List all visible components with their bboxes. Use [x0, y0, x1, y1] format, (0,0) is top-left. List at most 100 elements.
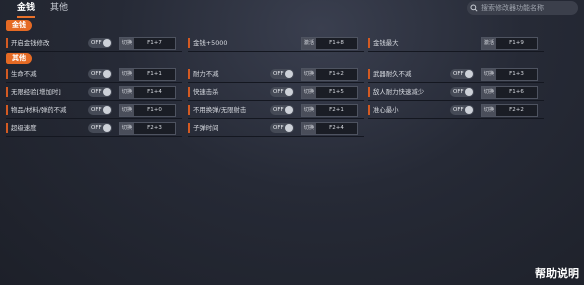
hotkey-key: F2+1	[329, 107, 344, 113]
cheat-item: 准心最小 OFF 切换 F2+2	[368, 103, 544, 119]
hotkey-mode: 切换	[120, 105, 134, 116]
toggle-knob	[103, 70, 111, 78]
cheat-item: 武器耐久不减 OFF 切换 F1+3	[368, 67, 544, 83]
cheat-label: 无限经验[增加时]	[11, 88, 61, 96]
hotkey-field[interactable]: 切换 F1+2	[301, 68, 358, 81]
toggle-state: OFF	[91, 107, 102, 113]
toggle-state: OFF	[453, 71, 464, 77]
cheat-label: 金钱最大	[373, 39, 399, 47]
cheat-label: 生命不减	[11, 70, 37, 78]
toggle-state: OFF	[273, 71, 284, 77]
toggle-knob	[465, 88, 473, 96]
hotkey-key: F1+8	[329, 40, 344, 46]
cheat-label: 准心最小	[373, 106, 399, 114]
toggle-knob	[285, 70, 293, 78]
cheat-toggle[interactable]: OFF	[450, 105, 474, 115]
cheat-toggle[interactable]: OFF	[450, 69, 474, 79]
hotkey-field[interactable]: 切换 F1+7	[119, 37, 176, 50]
section-title: 其他	[6, 53, 32, 64]
hotkey-key: F1+6	[509, 89, 524, 95]
search-box[interactable]	[467, 1, 578, 15]
hotkey-mode: 激活	[482, 38, 496, 49]
toggle-state: OFF	[91, 40, 102, 46]
toggle-knob	[103, 88, 111, 96]
toggle-state: OFF	[91, 71, 102, 77]
hotkey-mode: 激活	[302, 38, 316, 49]
cheat-label: 子弹时间	[193, 124, 219, 132]
cheat-toggle[interactable]: OFF	[88, 87, 112, 97]
hotkey-mode: 切换	[120, 38, 134, 49]
cheat-item: 不用换弹/无限射击 OFF 切换 F2+1	[188, 103, 364, 119]
cheat-toggle[interactable]: OFF	[270, 123, 294, 133]
hotkey-key: F1+0	[147, 107, 162, 113]
cheat-item: 子弹时间 OFF 切换 F2+4	[188, 121, 364, 137]
cheat-item: 耐力不减 OFF 切换 F1+2	[188, 67, 364, 83]
hotkey-mode: 切换	[482, 87, 496, 98]
cheat-item: 金钱+5000 激活 F1+8	[188, 36, 364, 52]
hotkey-field[interactable]: 切换 F1+0	[119, 104, 176, 117]
cheat-toggle[interactable]: OFF	[270, 87, 294, 97]
cheat-label: 敌人耐力快速减少	[373, 88, 425, 96]
cheat-toggle[interactable]: OFF	[88, 123, 112, 133]
toggle-state: OFF	[91, 125, 102, 131]
cheat-item: 金钱最大 激活 F1+9	[368, 36, 544, 52]
toggle-state: OFF	[453, 89, 464, 95]
cheat-label: 耐力不减	[193, 70, 219, 78]
hotkey-mode: 切换	[482, 105, 496, 116]
tab-other[interactable]: 其他	[50, 2, 68, 14]
hotkey-field[interactable]: 切换 F2+2	[481, 104, 538, 117]
cheat-item: 快速击杀 OFF 切换 F1+5	[188, 85, 364, 101]
hotkey-mode: 切换	[302, 123, 316, 134]
hotkey-key: F1+4	[147, 89, 162, 95]
hotkey-field[interactable]: 切换 F1+3	[481, 68, 538, 81]
cheat-label: 金钱+5000	[193, 39, 228, 47]
toggle-state: OFF	[453, 107, 464, 113]
hotkey-mode: 切换	[120, 87, 134, 98]
hotkey-field[interactable]: 切换 F1+6	[481, 86, 538, 99]
toggle-knob	[465, 106, 473, 114]
cheat-toggle[interactable]: OFF	[450, 87, 474, 97]
hotkey-key: F1+5	[329, 89, 344, 95]
cheat-label: 超级速度	[11, 124, 37, 132]
hotkey-field[interactable]: 切换 F1+4	[119, 86, 176, 99]
cheat-item: 生命不减 OFF 切换 F1+1	[6, 67, 182, 83]
cheat-toggle[interactable]: OFF	[270, 105, 294, 115]
cheat-toggle[interactable]: OFF	[88, 69, 112, 79]
hotkey-field[interactable]: 切换 F2+1	[301, 104, 358, 117]
toggle-state: OFF	[91, 89, 102, 95]
section-title: 金钱	[6, 20, 32, 31]
hotkey-key: F1+3	[509, 71, 524, 77]
hotkey-field[interactable]: 切换 F1+1	[119, 68, 176, 81]
hotkey-field[interactable]: 切换 F1+5	[301, 86, 358, 99]
hotkey-field[interactable]: 激活 F1+8	[301, 37, 358, 50]
cheat-item: 敌人耐力快速减少 OFF 切换 F1+6	[368, 85, 544, 101]
cheat-label: 物品/材料/弹药不减	[11, 106, 67, 114]
tab-money[interactable]: 金钱	[17, 2, 36, 18]
cheat-toggle[interactable]: OFF	[88, 105, 112, 115]
cheat-item: 超级速度 OFF 切换 F2+3	[6, 121, 182, 137]
cheat-label: 快速击杀	[193, 88, 219, 96]
search-input[interactable]	[481, 4, 573, 12]
toggle-state: OFF	[273, 107, 284, 113]
hotkey-field[interactable]: 切换 F2+4	[301, 122, 358, 135]
toggle-knob	[103, 106, 111, 114]
cheat-label: 开启金钱修改	[11, 39, 50, 47]
search-icon	[467, 1, 481, 15]
toggle-knob	[285, 88, 293, 96]
cheat-toggle[interactable]: OFF	[270, 69, 294, 79]
tab-bar: 金钱 其他	[0, 0, 584, 18]
hotkey-field[interactable]: 激活 F1+9	[481, 37, 538, 50]
hotkey-key: F1+2	[329, 71, 344, 77]
hotkey-key: F1+1	[147, 71, 162, 77]
hotkey-key: F2+4	[329, 125, 344, 131]
cheat-label: 不用换弹/无限射击	[193, 106, 247, 114]
help-button[interactable]: 帮助说明	[535, 265, 579, 281]
toggle-state: OFF	[273, 89, 284, 95]
hotkey-key: F2+3	[147, 125, 162, 131]
cheat-item: 物品/材料/弹药不减 OFF 切换 F1+0	[6, 103, 182, 119]
toggle-state: OFF	[273, 125, 284, 131]
hotkey-mode: 切换	[482, 69, 496, 80]
hotkey-mode: 切换	[120, 123, 134, 134]
cheat-toggle[interactable]: OFF	[88, 38, 112, 48]
hotkey-field[interactable]: 切换 F2+3	[119, 122, 176, 135]
